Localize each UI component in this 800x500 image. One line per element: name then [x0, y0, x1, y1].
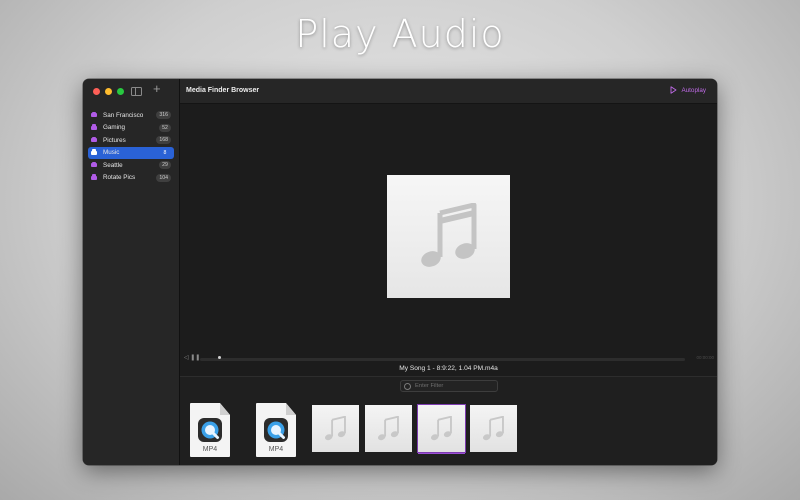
file-extension: MP4: [202, 446, 218, 453]
media-preview: [180, 104, 717, 352]
sidebar-item-music[interactable]: Music 8: [88, 146, 174, 159]
sidebar-item-gaming[interactable]: Gaming 52: [88, 122, 174, 134]
audio-thumbnail[interactable]: [365, 405, 412, 452]
music-note-icon: [430, 416, 452, 441]
sidebar: + San Francisco 316 Gaming 52 Pictures 1…: [83, 79, 180, 465]
file-extension: MP4: [268, 446, 284, 453]
main-panel: Media Finder Browser Autoplay ◁ ❚❚ 00:00…: [180, 79, 717, 465]
window-controls: [93, 88, 124, 95]
sidebar-item-seattle[interactable]: Seattle 29: [88, 159, 174, 171]
video-thumbnail[interactable]: MP4: [190, 403, 230, 457]
app-window: + San Francisco 316 Gaming 52 Pictures 1…: [83, 79, 717, 465]
hero-title: Play Audio: [295, 12, 505, 56]
drive-icon: [91, 174, 97, 180]
sidebar-toggle-icon[interactable]: [131, 87, 142, 96]
sidebar-list: San Francisco 316 Gaming 52 Pictures 168…: [88, 109, 174, 184]
progress-thumb[interactable]: [217, 356, 221, 359]
minimize-window-button[interactable]: [105, 88, 112, 95]
sidebar-item-san-francisco[interactable]: San Francisco 316: [88, 109, 174, 121]
music-note-icon: [482, 416, 504, 441]
audio-thumbnail[interactable]: [312, 405, 359, 452]
close-window-button[interactable]: [93, 88, 100, 95]
quicktime-icon: [264, 418, 288, 442]
sidebar-item-pictures[interactable]: Pictures 168: [88, 134, 174, 146]
sidebar-item-label: Gaming: [103, 124, 126, 131]
sidebar-item-label: San Francisco: [103, 111, 144, 119]
filter-field[interactable]: [400, 380, 498, 392]
album-artwork: [387, 175, 510, 298]
sidebar-item-label: Music: [103, 149, 120, 156]
count-badge: 8: [163, 149, 167, 156]
autoplay-label: Autoplay: [681, 86, 706, 94]
filter-input[interactable]: [415, 383, 493, 389]
count-badge: 316: [156, 111, 171, 119]
sidebar-item-label: Seattle: [103, 161, 123, 169]
drive-icon: [91, 149, 97, 155]
window-title: Media Finder Browser: [186, 87, 260, 94]
filter-icon: [404, 382, 411, 390]
drive-icon: [91, 161, 97, 167]
playback-controls: ◁ ❚❚ 00:00:00: [180, 354, 717, 364]
drive-icon: [91, 136, 97, 142]
drive-icon: [91, 111, 97, 117]
play-pause-button[interactable]: ◁ ❚❚: [184, 354, 200, 361]
music-note-icon: [421, 203, 477, 267]
toolbar: Media Finder Browser Autoplay: [180, 79, 717, 104]
zoom-window-button[interactable]: [117, 88, 124, 95]
music-note-icon: [377, 416, 399, 441]
thumbnail-row: MP4 MP4: [180, 403, 717, 459]
audio-thumbnail[interactable]: [470, 405, 517, 452]
play-icon: [671, 86, 677, 94]
autoplay-button[interactable]: Autoplay: [670, 86, 706, 94]
count-badge: 104: [156, 173, 171, 182]
add-folder-button[interactable]: +: [153, 82, 161, 96]
video-thumbnail[interactable]: MP4: [256, 403, 296, 457]
progress-track[interactable]: [200, 357, 685, 361]
drive-icon: [91, 124, 97, 130]
sidebar-item-label: Pictures: [103, 136, 126, 144]
song-title: My Song 1 - 8:9:22, 1.04 PM.m4a: [399, 365, 498, 372]
audio-thumbnail-selected[interactable]: [418, 405, 465, 452]
time-readout: 00:00:00: [696, 355, 714, 360]
count-badge: 52: [159, 123, 171, 132]
sidebar-item-label: Rotate Pics: [103, 174, 136, 181]
music-note-icon: [324, 416, 346, 441]
count-badge: 168: [156, 136, 171, 144]
quicktime-icon: [198, 418, 222, 442]
count-badge: 29: [159, 161, 171, 169]
sidebar-item-rotate-pics[interactable]: Rotate Pics 104: [88, 172, 174, 184]
